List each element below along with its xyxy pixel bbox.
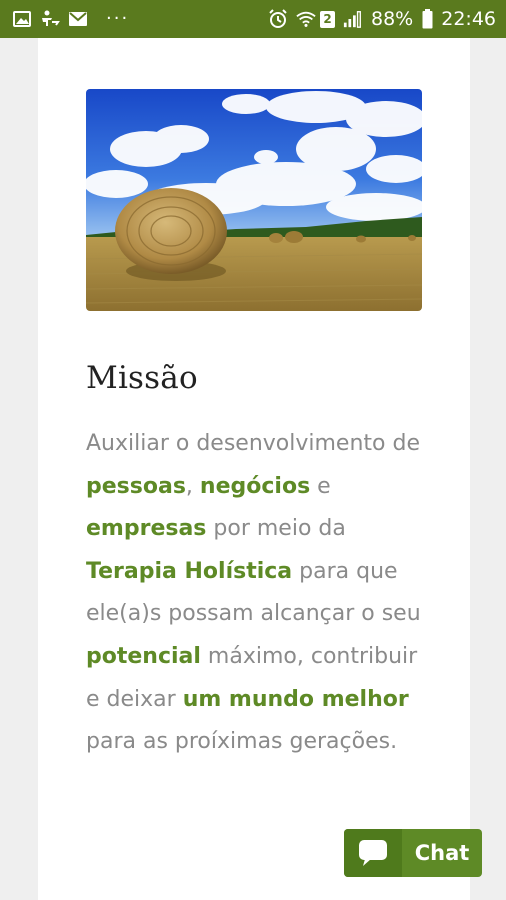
text-segment: para as proíximas gerações. xyxy=(86,729,398,755)
battery-percent: 88% xyxy=(371,7,414,30)
more-notifications-icon: ··· xyxy=(106,8,130,29)
text-segment: , xyxy=(185,473,200,499)
signal-icon xyxy=(343,9,363,29)
battery-icon xyxy=(421,9,433,29)
highlight-terapia-holistica: Terapia Holística xyxy=(86,558,293,584)
highlight-potencial: potencial xyxy=(86,643,201,669)
accessibility-icon xyxy=(40,9,60,29)
content-card: Missão Auxiliar o desenvolvimento de pes… xyxy=(38,38,470,900)
hay-bale-image xyxy=(86,89,422,311)
chat-bubble-icon xyxy=(344,829,402,877)
text-segment: e xyxy=(310,473,331,499)
section-heading: Missão xyxy=(86,360,198,396)
highlight-pessoas: pessoas xyxy=(86,473,186,499)
chat-label: Chat xyxy=(414,841,470,865)
text-segment: por meio da xyxy=(206,516,346,542)
highlight-negocios: negócios xyxy=(199,473,311,499)
wifi-badge: 2 xyxy=(320,10,335,28)
status-bar: ··· 2 88% 22:46 xyxy=(0,0,506,38)
mission-paragraph: Auxiliar o desenvolvimento de pessoas, n… xyxy=(86,423,436,764)
status-bar-left: ··· xyxy=(12,9,129,29)
clock: 22:46 xyxy=(441,7,496,30)
wifi-icon xyxy=(296,9,316,29)
chat-button[interactable]: Chat xyxy=(344,829,482,877)
mail-icon xyxy=(68,9,88,29)
highlight-empresas: empresas xyxy=(86,516,207,542)
highlight-um-mundo-melhor: um mundo melhor xyxy=(182,686,409,712)
image-icon xyxy=(12,9,32,29)
text-segment: Auxiliar o desenvolvimento de xyxy=(86,431,420,456)
alarm-icon xyxy=(268,9,288,29)
status-bar-right: 2 88% 22:46 xyxy=(268,9,496,29)
